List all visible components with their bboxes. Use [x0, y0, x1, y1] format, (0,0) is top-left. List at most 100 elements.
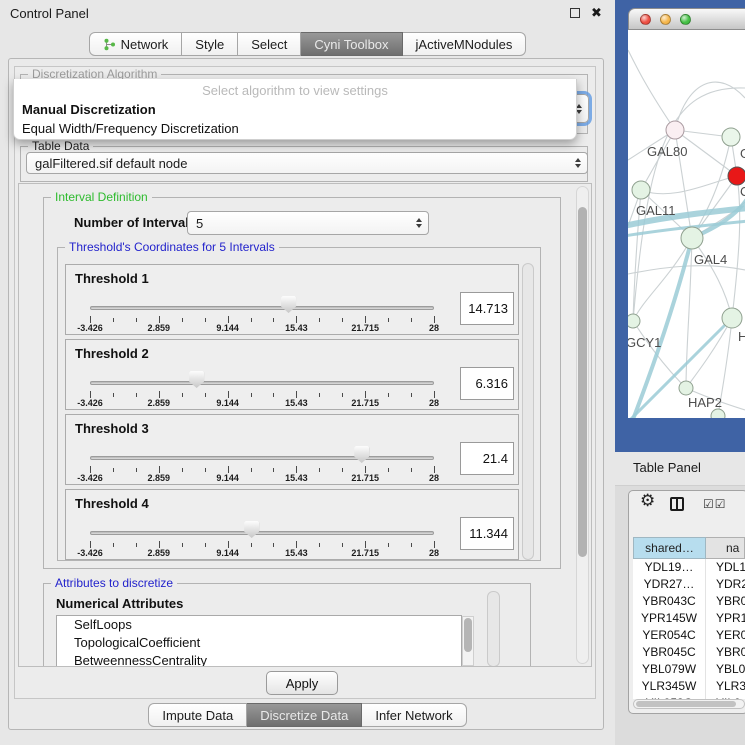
network-edge: [633, 321, 686, 388]
control-panel-tab-bar: Network StyleSelectCyni Toolbox jActiveMNo…: [0, 32, 615, 56]
scrollbar-thumb[interactable]: [636, 701, 736, 707]
slider-track[interactable]: [90, 381, 434, 385]
slider-thumb[interactable]: [244, 521, 259, 538]
table-row[interactable]: YDL19…YDL1: [633, 559, 745, 576]
table-row[interactable]: YBR043CYBR0: [633, 593, 745, 610]
column-header-shared[interactable]: shared…: [633, 537, 706, 559]
network-edge: [628, 50, 675, 130]
cell-shared-name: YLR345W: [633, 678, 706, 695]
attributes-list-scrollbar[interactable]: [462, 616, 474, 666]
network-edge: [641, 176, 737, 194]
attributes-scrollbar-track[interactable]: [487, 591, 500, 667]
minimize-button[interactable]: [660, 14, 671, 25]
table-row[interactable]: YDR27…YDR2: [633, 576, 745, 593]
table-data-combobox[interactable]: galFiltered.sif default node: [26, 152, 588, 174]
float-window-icon[interactable]: [570, 8, 580, 18]
column-checkbox-icons[interactable]: ☑☑: [703, 498, 727, 510]
gear-icon[interactable]: ⚙: [640, 492, 655, 509]
table-horizontal-scrollbar[interactable]: [633, 699, 745, 709]
slider-thumb[interactable]: [189, 371, 204, 388]
network-canvas[interactable]: GAL80GACGAL11GAL4GCY1HHAP2: [628, 30, 745, 418]
slider-thumb[interactable]: [354, 446, 369, 463]
tab-label: Network: [121, 37, 169, 52]
table-data-combo-value: galFiltered.sif default node: [35, 156, 187, 171]
group-title-attributes: Attributes to discretize: [51, 576, 177, 590]
thresholds-scrollbar-track[interactable]: [522, 263, 534, 560]
scrollbar-thumb[interactable]: [464, 618, 472, 652]
columns-icon[interactable]: [670, 497, 684, 511]
tab-label: jActiveMNodules: [416, 37, 513, 52]
network-node-6[interactable]: [628, 314, 640, 328]
tab-style[interactable]: Style: [182, 32, 238, 56]
table-panel-header: Table Panel: [615, 452, 745, 486]
settings-vertical-scrollbar[interactable]: [576, 186, 589, 664]
threshold-1-slider[interactable]: -3.4262.8599.14415.4321.71528: [66, 265, 518, 334]
threshold-3-value-input[interactable]: [460, 442, 514, 475]
network-node-7[interactable]: [722, 308, 742, 328]
slider-track[interactable]: [90, 456, 434, 460]
network-node-1[interactable]: [666, 121, 684, 139]
network-window-titlebar[interactable]: [628, 8, 745, 30]
network-node-8[interactable]: [679, 381, 693, 395]
control-panel-titlebar: Control Panel ✖: [0, 0, 615, 28]
cell-name: YDL1: [706, 559, 745, 576]
network-node-5[interactable]: [681, 227, 703, 249]
close-button[interactable]: [640, 14, 651, 25]
tab-network[interactable]: Network: [89, 32, 183, 56]
cell-shared-name: YBR043C: [633, 593, 706, 610]
column-header-na[interactable]: na: [706, 537, 745, 559]
apply-button[interactable]: Apply: [266, 671, 338, 695]
table-panel: ⚙ ☑☑ shared…na YDL19…YDL1YDR27…YDR2YBR04…: [615, 486, 745, 745]
tab-discretize-data[interactable]: Discretize Data: [247, 703, 362, 727]
list-item-betweennesscentrality[interactable]: BetweennessCentrality: [57, 652, 461, 667]
table-row[interactable]: YBL079WYBL0: [633, 661, 745, 678]
network-node-2[interactable]: [722, 128, 740, 146]
slider-tick-labels: -3.4262.8599.14415.4321.71528: [90, 398, 434, 409]
cell-name: YBL0: [706, 661, 745, 678]
tab-label: Impute Data: [162, 708, 233, 723]
threshold-3-slider[interactable]: -3.4262.8599.14415.4321.71528: [66, 415, 518, 484]
table-row[interactable]: YPR145WYPR1: [633, 610, 745, 627]
tab-infer-network[interactable]: Infer Network: [362, 703, 466, 727]
network-node-label-c: C: [740, 184, 745, 199]
threshold-panel-2: Threshold 2-3.4262.8599.14415.4321.71528: [65, 339, 519, 410]
threshold-2-value-input[interactable]: [460, 367, 514, 400]
threshold-1-value-input[interactable]: [460, 292, 514, 325]
scrollbar-thumb[interactable]: [578, 207, 587, 557]
network-node-3[interactable]: [728, 167, 745, 185]
cell-shared-name: YER054C: [633, 627, 706, 644]
table-row[interactable]: YER054CYER0: [633, 627, 745, 644]
close-icon[interactable]: ✖: [591, 5, 602, 21]
tab-impute-data[interactable]: Impute Data: [148, 703, 247, 727]
slider-track[interactable]: [90, 306, 434, 310]
tab-select[interactable]: Select: [238, 32, 301, 56]
cell-name: YBR0: [706, 644, 745, 661]
zoom-button[interactable]: [680, 14, 691, 25]
list-item-topologicalcoefficient[interactable]: TopologicalCoefficient: [57, 634, 461, 652]
algorithm-dropdown-popup: Select algorithm to view settingsManual …: [13, 79, 577, 140]
threshold-4-value-input[interactable]: [460, 517, 514, 550]
table-row[interactable]: YLR345WYLR3: [633, 678, 745, 695]
network-edge: [692, 238, 732, 318]
network-edge: [732, 176, 740, 318]
numerical-attributes-list[interactable]: SelfLoopsTopologicalCoefficientBetweenne…: [56, 615, 462, 667]
table-rows: YDL19…YDL1YDR27…YDR2YBR043CYBR0YPR145WYP…: [633, 559, 745, 699]
slider-track[interactable]: [90, 531, 434, 535]
threshold-4-slider[interactable]: -3.4262.8599.14415.4321.71528: [66, 490, 518, 559]
dropdown-item-equal-width-frequency-discretization[interactable]: Equal Width/Frequency Discretization: [14, 119, 576, 138]
network-edge: [686, 318, 732, 388]
tab-cyni-toolbox[interactable]: Cyni Toolbox: [301, 32, 402, 56]
threshold-panel-1: Threshold 1-3.4262.8599.14415.4321.71528: [65, 264, 519, 335]
slider-thumb[interactable]: [281, 296, 296, 313]
threshold-panel-3: Threshold 3-3.4262.8599.14415.4321.71528: [65, 414, 519, 485]
network-node-4[interactable]: [632, 181, 650, 199]
table-row[interactable]: YBR045CYBR0: [633, 644, 745, 661]
list-item-selfloops[interactable]: SelfLoops: [57, 616, 461, 634]
threshold-2-slider[interactable]: -3.4262.8599.14415.4321.71528: [66, 340, 518, 409]
tab-jactivemnodules[interactable]: jActiveMNodules: [403, 32, 527, 56]
group-title-table-data: Table Data: [28, 139, 93, 153]
dropdown-item-manual-discretization[interactable]: Manual Discretization: [14, 100, 576, 119]
settings-scroll-area: Interval Definition Number of Intervals …: [18, 183, 592, 667]
dropdown-item-select-algorithm-to-view-settings[interactable]: Select algorithm to view settings: [14, 81, 576, 100]
network-node-9[interactable]: [711, 409, 725, 418]
